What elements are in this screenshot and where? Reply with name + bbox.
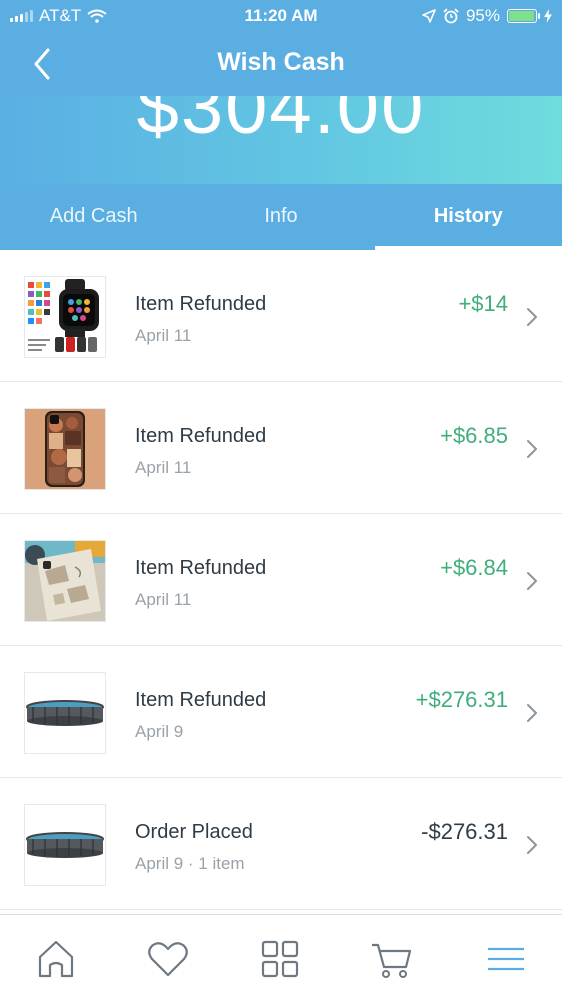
- chevron-right-icon: [527, 704, 537, 722]
- row-amount: +$14: [458, 291, 508, 316]
- row-title: Order Placed: [135, 821, 253, 843]
- product-thumbnail: [24, 672, 106, 754]
- cart-icon[interactable]: [370, 937, 414, 981]
- history-row[interactable]: Item Refunded April 11 +$6.84: [0, 514, 562, 646]
- row-date: April 9 · 1 item: [135, 854, 245, 873]
- balance-amount: $304.00: [136, 96, 426, 150]
- history-row[interactable]: Item Refunded April 11 +$14: [0, 250, 562, 382]
- row-title: Item Refunded: [135, 425, 267, 447]
- row-title: Item Refunded: [135, 293, 267, 315]
- history-row[interactable]: Item Refunded April 11 +$6.85: [0, 382, 562, 514]
- phone-case-image: [25, 409, 105, 489]
- page-title: Wish Cash: [217, 48, 345, 76]
- heart-icon[interactable]: [146, 937, 190, 981]
- battery-percent: 95%: [465, 6, 500, 25]
- location-arrow-icon: [422, 9, 436, 23]
- row-title: Item Refunded: [135, 557, 267, 579]
- smartwatch-image: [25, 277, 105, 357]
- bottom-tab-bar: [0, 914, 562, 1001]
- pool-image: [25, 805, 105, 885]
- row-date: April 9: [135, 722, 184, 741]
- home-icon[interactable]: [34, 937, 78, 981]
- chevron-right-icon: [527, 836, 537, 854]
- phone-case-image: [25, 541, 105, 621]
- tab-info[interactable]: Info: [187, 184, 374, 250]
- balance-banner: $304.00: [0, 96, 562, 184]
- status-bar: AT&T 11:20 AM 95%: [0, 0, 562, 34]
- history-row[interactable]: Item Refunded April 9 +$276.31: [0, 646, 562, 778]
- menu-icon[interactable]: [484, 937, 528, 981]
- history-row[interactable]: Order Placed April 9 · 1 item -$276.31: [0, 778, 562, 910]
- row-amount: +$6.84: [440, 555, 508, 580]
- row-amount: +$6.85: [440, 423, 508, 448]
- battery-icon: [507, 9, 540, 23]
- row-amount: -$276.31: [421, 819, 508, 844]
- status-right: 95%: [422, 6, 552, 26]
- pool-image: [25, 673, 105, 753]
- row-date: April 11: [135, 458, 192, 477]
- row-title: Item Refunded: [135, 689, 267, 711]
- tab-bar: Add Cash Info History: [0, 184, 562, 250]
- chevron-right-icon: [527, 440, 537, 458]
- nav-bar: Wish Cash: [0, 34, 562, 96]
- row-date: April 11: [135, 590, 192, 609]
- alarm-icon: [443, 8, 459, 24]
- chevron-right-icon: [527, 572, 537, 590]
- charging-bolt-icon: [544, 9, 552, 23]
- product-thumbnail: [24, 804, 106, 886]
- grid-icon[interactable]: [258, 937, 302, 981]
- product-thumbnail: [24, 276, 106, 358]
- tab-add-cash[interactable]: Add Cash: [0, 184, 187, 250]
- product-thumbnail: [24, 408, 106, 490]
- history-list: Item Refunded April 11 +$14 Item Refunde…: [0, 250, 562, 910]
- row-amount: +$276.31: [415, 687, 508, 712]
- product-thumbnail: [24, 540, 106, 622]
- tab-history[interactable]: History: [374, 184, 562, 250]
- row-date: April 11: [135, 326, 192, 345]
- chevron-right-icon: [527, 308, 537, 326]
